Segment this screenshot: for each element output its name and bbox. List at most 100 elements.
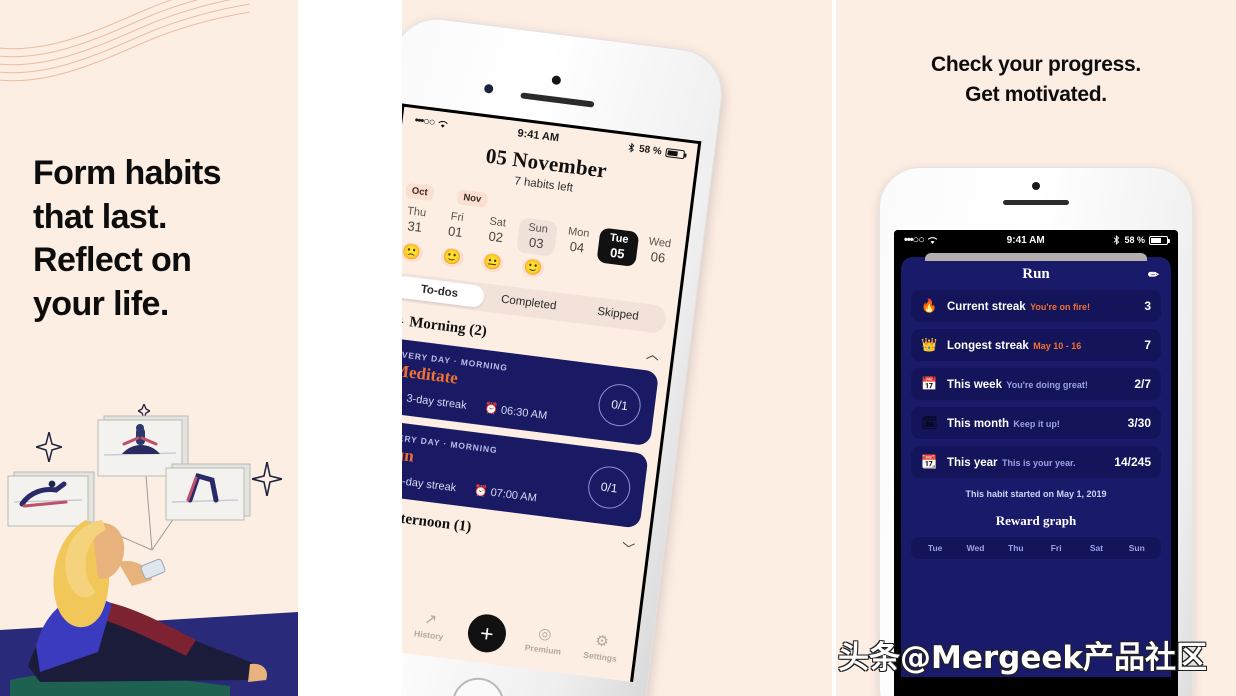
weekday-label: Wed: [966, 543, 985, 553]
left-headline: Form habits that last. Reflect on your l…: [33, 152, 293, 326]
battery-percent: 58 %: [1124, 235, 1145, 245]
right-headline: Check your progress. Get motivated.: [836, 50, 1236, 111]
stat-row-this-month[interactable]: 🗓 This month Keep it up! 3/30: [911, 407, 1161, 439]
habit-streak: 🔥5-day streak: [402, 474, 457, 495]
panel-right: Check your progress. Get motivated. •••○…: [836, 0, 1236, 696]
date-cell-tue05-today[interactable]: Tue 05: [596, 227, 640, 268]
panel-divider: [832, 0, 836, 696]
date-cell-sun03[interactable]: Sun 03: [515, 217, 559, 257]
mood-emoji-empty: [634, 271, 675, 295]
right-headline-line: Get motivated.: [965, 83, 1107, 107]
mood-emoji-empty: [553, 261, 594, 285]
weekday-label: Sat: [1089, 543, 1104, 553]
signal-icon: •••○○: [413, 114, 436, 129]
tab-add[interactable]: +: [456, 611, 518, 656]
tab-settings[interactable]: ⚙ Settings: [571, 630, 632, 665]
phone-screen-right: •••○○ 9:41 AM 58 % Run ✏ 🔥 Current strea…: [894, 230, 1178, 696]
mood-emoji[interactable]: 🙂: [432, 246, 473, 270]
panel-left: Form habits that last. Reflect on your l…: [0, 0, 298, 696]
date-cell-fri01[interactable]: Fri 01: [435, 207, 477, 242]
date-cell-wed06[interactable]: Wed 06: [638, 233, 680, 268]
month-pill-nov: Nov: [456, 189, 489, 208]
stat-row-this-week[interactable]: 📅 This week You're doing great! 2/7: [911, 368, 1161, 400]
mood-emoji-empty: [594, 266, 635, 290]
habit-title-text: Run: [1022, 266, 1050, 282]
stat-title: This month: [947, 418, 1009, 430]
sheet-handle[interactable]: [925, 253, 1147, 261]
chevron-down-icon[interactable]: ﹀: [621, 538, 636, 558]
front-camera-icon: [1032, 182, 1040, 190]
watermark: 头条@Mergeek产品社区: [838, 640, 1208, 676]
stat-subtitle: This is your year.: [1001, 458, 1076, 468]
plus-icon[interactable]: +: [465, 612, 509, 655]
mood-emoji[interactable]: 🙂: [513, 256, 554, 280]
flame-icon: 🔥: [921, 298, 938, 313]
sunrise-icon: [402, 315, 404, 326]
left-headline-line: Reflect on: [33, 241, 192, 280]
stat-value: 7: [1144, 338, 1151, 352]
left-headline-line: that last.: [33, 197, 167, 236]
left-headline-line: your life.: [33, 284, 169, 323]
yoga-illustration: [0, 415, 298, 696]
battery-icon: [665, 147, 686, 159]
status-time: 9:41 AM: [1006, 234, 1045, 246]
bluetooth-icon: [628, 142, 635, 153]
decorative-waves: [0, 0, 251, 82]
phone-mockup-right: •••○○ 9:41 AM 58 % Run ✏ 🔥 Current strea…: [880, 168, 1192, 696]
wifi-icon: [927, 236, 938, 244]
habit-started-note: This habit started on May 1, 2019: [965, 489, 1107, 499]
alarm-icon: ⏰: [483, 402, 499, 416]
stat-row-current-streak[interactable]: 🔥 Current streak You're on fire! 3: [911, 290, 1161, 322]
signal-icon: •••○○: [904, 234, 925, 246]
tab-history[interactable]: ↗ History: [402, 609, 460, 644]
reward-graph-title: Reward graph: [995, 513, 1077, 528]
tab-todos[interactable]: To-dos: [402, 275, 486, 309]
month-pill-oct: Oct: [404, 182, 435, 202]
date-cell-sat02[interactable]: Sat 02: [476, 212, 518, 247]
stat-row-this-year[interactable]: 📆 This year This is your year. 14/245: [911, 446, 1161, 478]
stat-subtitle: May 10 - 16: [1033, 341, 1082, 351]
stat-value: 14/245: [1114, 455, 1151, 469]
stat-value: 3/30: [1127, 416, 1151, 430]
stat-subtitle: Keep it up!: [1013, 419, 1060, 429]
mood-emoji[interactable]: 😐: [472, 251, 513, 275]
tab-premium[interactable]: ◎ Premium: [514, 623, 575, 658]
section-title: Morning (2): [408, 314, 488, 340]
mood-emoji[interactable]: 🙁: [402, 241, 432, 265]
weekday-label: Fri: [1050, 543, 1062, 553]
panel-middle: •••○○ 9:41 AM 58 % 05 November 7 habits …: [402, 0, 832, 696]
earpiece-speaker: [1003, 200, 1069, 205]
flame-icon: 🔥: [402, 390, 405, 404]
battery-icon: [1149, 235, 1170, 245]
stat-title: This week: [947, 379, 1002, 391]
left-headline-line: Form habits: [33, 154, 222, 192]
stat-subtitle: You're doing great!: [1006, 380, 1088, 390]
status-bar: •••○○ 9:41 AM 58 %: [894, 230, 1178, 250]
bluetooth-icon: [1114, 235, 1120, 245]
panel-divider: [298, 0, 402, 696]
pencil-icon[interactable]: ✏: [1148, 267, 1159, 283]
habit-time: ⏰06:30 AM: [483, 402, 548, 423]
crown-icon: 👑: [921, 337, 938, 352]
stat-subtitle: You're on fire!: [1030, 302, 1091, 312]
date-cell-thu31[interactable]: Thu 31: [402, 202, 437, 237]
weekday-label: Thu: [1008, 543, 1024, 553]
stat-value: 3: [1144, 299, 1151, 313]
battery-percent: 58 %: [638, 143, 663, 157]
habit-streak: 🔥3-day streak: [402, 389, 467, 412]
tab-skipped[interactable]: Skipped: [572, 298, 664, 331]
tab-completed[interactable]: Completed: [483, 286, 575, 319]
weekday-label: Tue: [927, 543, 943, 553]
habit-detail-title: Run ✏: [911, 266, 1161, 283]
stat-value: 2/7: [1134, 377, 1151, 391]
stat-row-longest-streak[interactable]: 👑 Longest streak May 10 - 16 7: [911, 329, 1161, 361]
calendar-month-icon: 🗓: [921, 415, 938, 430]
phone-mockup-middle: •••○○ 9:41 AM 58 % 05 November 7 habits …: [402, 14, 727, 696]
date-cell-mon04[interactable]: Mon 04: [557, 222, 599, 257]
right-headline-line: Check your progress.: [931, 53, 1141, 76]
weekday-grid: Tue Wed Thu Fri Sat Sun: [911, 537, 1161, 559]
habit-detail-panel: Run ✏ 🔥 Current streak You're on fire! 3…: [901, 253, 1171, 677]
section-title: Afternoon (1): [402, 508, 473, 536]
promo-screenshot: Form habits that last. Reflect on your l…: [0, 0, 1236, 696]
chevron-up-icon[interactable]: ︿: [645, 343, 660, 363]
